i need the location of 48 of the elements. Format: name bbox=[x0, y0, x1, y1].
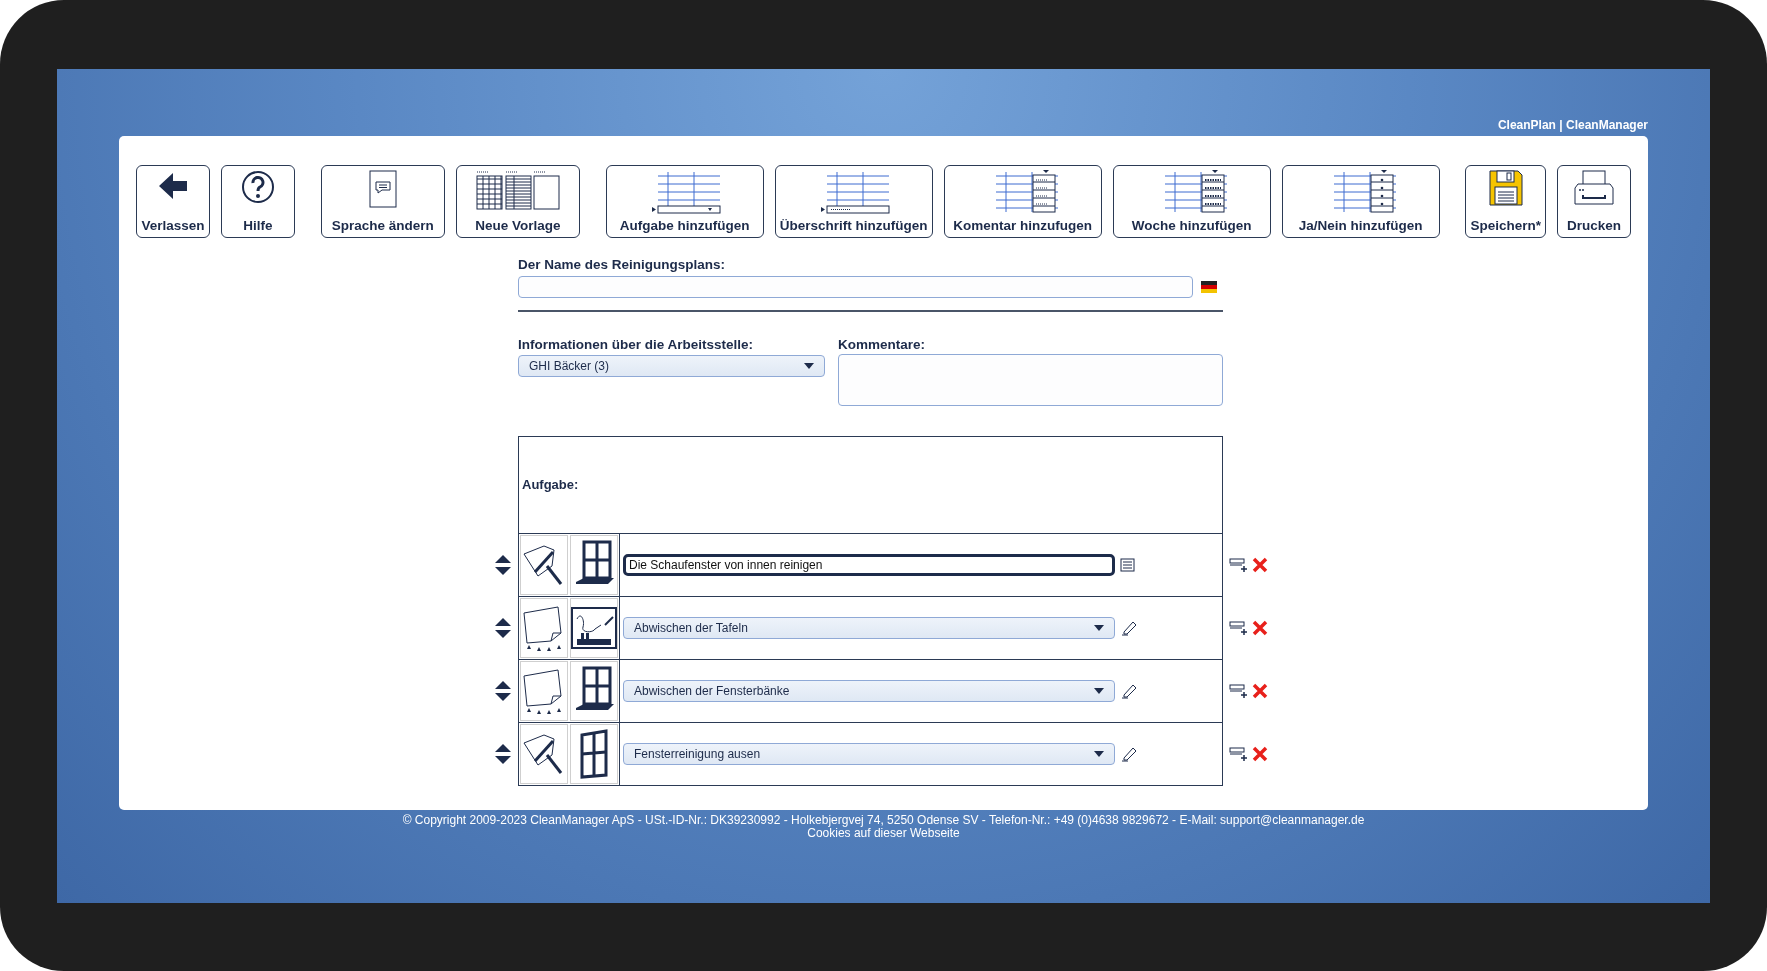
column-header: Aufgabe: bbox=[522, 475, 579, 494]
pencil-icon[interactable] bbox=[1121, 745, 1137, 762]
task-dropdown[interactable]: Abwischen der Fensterbänke bbox=[623, 679, 1115, 702]
field-label: Der Name des Reinigungsplans: bbox=[518, 258, 727, 273]
workplace-dropdown[interactable]: GHI Bäcker (3) bbox=[518, 354, 825, 377]
toolbar-button[interactable]: Überschrift hinzufügen bbox=[774, 165, 933, 238]
add-row-icon[interactable] bbox=[1229, 620, 1249, 637]
delete-icon[interactable] bbox=[1252, 557, 1268, 574]
task-dropdown[interactable]: Abwischen der Tafeln bbox=[623, 616, 1115, 639]
delete-icon[interactable] bbox=[1252, 683, 1268, 700]
toolbar-button[interactable]: Neue Vorlage bbox=[455, 165, 580, 238]
german-flag-icon[interactable] bbox=[1201, 280, 1217, 293]
toolbar-button[interactable]: Woche hinzufügen bbox=[1112, 165, 1271, 238]
back-arrow-icon bbox=[157, 170, 189, 202]
comments-field[interactable] bbox=[838, 353, 1223, 406]
task-dropdown[interactable]: Fensterreinigung ausen bbox=[623, 742, 1115, 765]
delete-icon[interactable] bbox=[1252, 746, 1268, 763]
document-speech-bubble-icon bbox=[368, 170, 397, 208]
printer-icon bbox=[1573, 170, 1614, 206]
add-row-icon[interactable] bbox=[1229, 557, 1249, 574]
move-arrows-icon[interactable] bbox=[494, 680, 512, 703]
help-icon bbox=[241, 170, 275, 204]
toolbar-button[interactable]: Hilfe bbox=[221, 165, 295, 238]
field-label: Kommentare: bbox=[838, 337, 927, 353]
move-arrows-icon[interactable] bbox=[494, 554, 512, 577]
move-arrows-icon[interactable] bbox=[494, 743, 512, 766]
toolbar-button[interactable]: Verlassen bbox=[136, 165, 210, 238]
pencil-icon[interactable] bbox=[1121, 619, 1137, 636]
toolbar-button[interactable]: Sprache ändern bbox=[320, 165, 445, 238]
add-row-icon[interactable] bbox=[1229, 683, 1249, 700]
cookies-link[interactable]: Cookies auf dieser Webseite bbox=[807, 826, 960, 840]
sheets-icon bbox=[475, 170, 560, 210]
blackboard-icon bbox=[571, 604, 617, 651]
field-label: Informationen über die Arbeitsstelle: bbox=[518, 337, 755, 353]
plan-name-field[interactable] bbox=[518, 275, 1193, 298]
copyright-text: © Copyright 2009-2023 CleanManager ApS - USt.-ID-Nr.: DK39230992 - Holkebjergvej 74, 5250 Odense SV - Telefon-Nr.: +49 (0)4638 9829672 - E-Mail: support@cleanmanager.de bbox=[401, 814, 1366, 827]
move-arrows-icon[interactable] bbox=[494, 617, 512, 640]
pencil-icon[interactable] bbox=[1121, 682, 1137, 699]
list-icon[interactable] bbox=[1120, 557, 1136, 572]
delete-icon[interactable] bbox=[1252, 620, 1268, 637]
brand-link[interactable]: CleanPlan | CleanManager bbox=[1497, 116, 1648, 134]
toolbar-button[interactable]: Drucken bbox=[1556, 165, 1631, 238]
toolbar-button[interactable]: Aufgabe hinzufügen bbox=[605, 165, 764, 238]
toolbar-button[interactable]: Ja/Nein hinzufügen bbox=[1281, 165, 1440, 238]
add-row-icon[interactable] bbox=[1229, 746, 1249, 763]
toolbar-button[interactable]: Komentar hinzufugen bbox=[943, 165, 1102, 238]
toolbar-button[interactable]: Speichern* bbox=[1465, 165, 1546, 238]
task-text-field[interactable]: Die Schaufenster von innen reinigen bbox=[623, 553, 1115, 576]
